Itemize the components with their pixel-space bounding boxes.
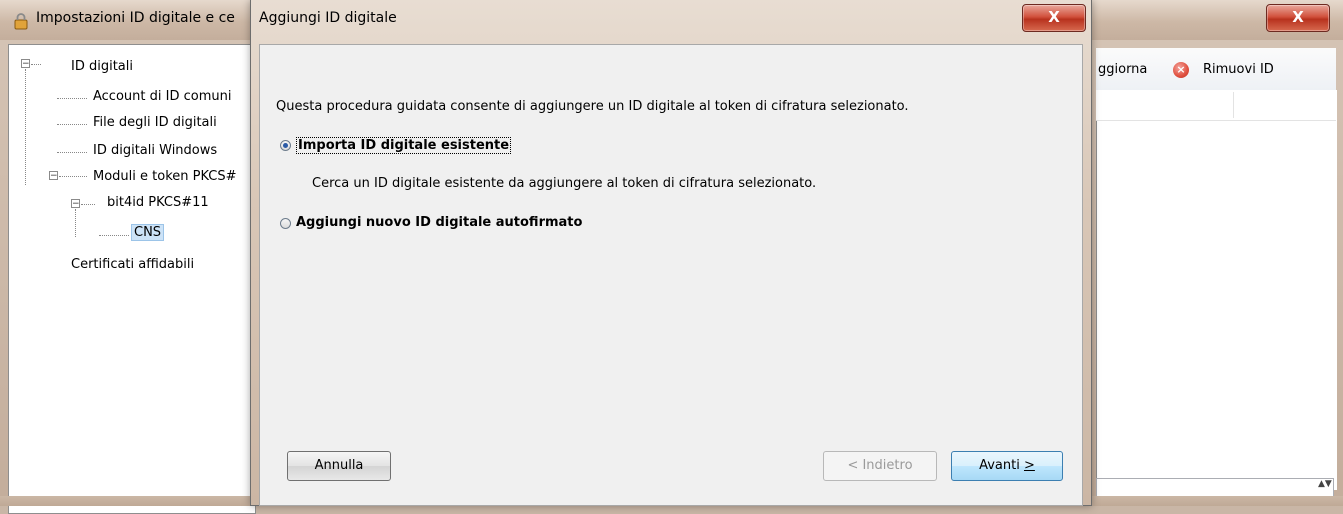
- refresh-button[interactable]: ggiorna: [1098, 62, 1147, 77]
- tree-item-cns[interactable]: CNS: [131, 224, 165, 241]
- import-existing-radio[interactable]: [280, 140, 291, 151]
- tree-item-id-windows[interactable]: ID digitali Windows: [93, 143, 217, 158]
- id-list[interactable]: [1096, 90, 1337, 490]
- next-button-label: Avanti: [979, 458, 1024, 473]
- next-button-accelerator: >: [1023, 458, 1035, 473]
- tree-item-id-digitali[interactable]: ID digitali: [71, 59, 133, 74]
- column-separator[interactable]: [1233, 92, 1234, 118]
- collapse-icon[interactable]: −: [49, 171, 58, 181]
- background-close-button[interactable]: X: [1266, 4, 1330, 32]
- import-existing-description: Cerca un ID digitale esistente da aggiun…: [312, 176, 817, 191]
- tree-item-account-id[interactable]: Account di ID comuni: [93, 89, 231, 104]
- collapse-icon[interactable]: −: [71, 199, 80, 209]
- dialog-body: Questa procedura guidata consente di agg…: [259, 44, 1083, 506]
- background-window-title: Impostazioni ID digitale e ce: [36, 10, 235, 26]
- next-button[interactable]: Avanti >: [951, 451, 1063, 481]
- remove-icon[interactable]: ×: [1173, 62, 1189, 78]
- import-existing-label[interactable]: Importa ID digitale esistente: [296, 137, 512, 154]
- cancel-button[interactable]: Annulla: [287, 451, 391, 481]
- lock-icon: [14, 13, 28, 30]
- tree-item-file-id[interactable]: File degli ID digitali: [93, 115, 217, 130]
- selected-item-label: CNS: [131, 224, 165, 241]
- dialog-close-button[interactable]: X: [1022, 4, 1086, 32]
- dialog-title: Aggiungi ID digitale: [259, 10, 397, 26]
- remove-id-button[interactable]: Rimuovi ID: [1203, 62, 1274, 77]
- back-button[interactable]: < Indietro: [823, 451, 937, 481]
- collapse-icon[interactable]: −: [21, 59, 30, 69]
- add-self-signed-label[interactable]: Aggiungi nuovo ID digitale autofirmato: [296, 215, 582, 230]
- add-digital-id-dialog: Aggiungi ID digitale X Questa procedura …: [250, 0, 1092, 506]
- tree-item-moduli-pkcs[interactable]: Moduli e token PKCS#: [93, 169, 237, 184]
- tree-item-certificati-affidabili[interactable]: Certificati affidabili: [71, 257, 194, 272]
- spinner-icon[interactable]: ▲▼: [1318, 480, 1332, 489]
- dialog-intro-text: Questa procedura guidata consente di agg…: [276, 99, 909, 114]
- id-tree-panel: − ID digitali Account di ID comuni File …: [8, 44, 256, 514]
- tree-item-bit4id[interactable]: bit4id PKCS#11: [107, 195, 209, 210]
- id-list-header: [1096, 90, 1336, 121]
- add-self-signed-radio[interactable]: [280, 218, 291, 229]
